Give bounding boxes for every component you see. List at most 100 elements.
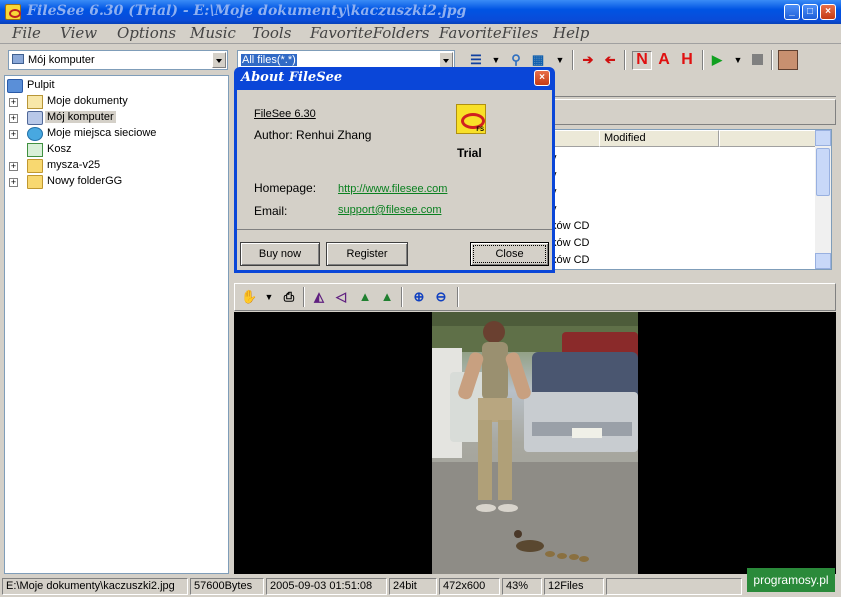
minimize-button[interactable]: _ (784, 4, 800, 20)
chevron-down-icon[interactable]: ▼ (488, 52, 504, 68)
chevron-down-icon[interactable]: ▼ (730, 52, 746, 68)
menu-music[interactable]: Music (190, 24, 236, 42)
preview-toolbar: ✋ ▼ ⎙ ◭ ◁ ▲ ▲ ⊕ ⊖ (234, 283, 836, 311)
menu-help[interactable]: Help (553, 24, 589, 42)
tree-item-label: Pulpit (27, 79, 55, 91)
status-bar: E:\Moje dokumenty\kaczuszki2.jpg 57600By… (0, 576, 841, 597)
maximize-button[interactable]: □ (802, 4, 818, 20)
desktop-icon (7, 79, 23, 93)
menu-file[interactable]: File (12, 24, 41, 42)
tree-item-documents[interactable]: + Moje dokumenty (9, 94, 209, 110)
homepage-label: Homepage: (254, 181, 317, 195)
version-label: FileSee 6.30 (254, 108, 316, 120)
zoom-in-icon[interactable]: ⊕ (411, 289, 427, 305)
expand-icon[interactable]: + (9, 98, 18, 107)
rotate-left-icon[interactable]: ▲ (357, 289, 373, 305)
vertical-scrollbar[interactable] (815, 130, 831, 269)
tree-item-network[interactable]: + Moje miejsca sieciowe (9, 126, 209, 142)
user-photo-icon[interactable] (778, 50, 798, 70)
homepage-link[interactable]: http://www.filesee.com (338, 183, 447, 195)
location-text: Mój komputer (28, 54, 95, 66)
list-item[interactable]: ków CD (551, 235, 590, 252)
status-size: 57600Bytes (190, 578, 264, 595)
status-date: 2005-09-03 01:51:08 (266, 578, 387, 595)
tree-item-computer[interactable]: + Mój komputer (9, 110, 209, 126)
about-dialog: About FileSee × FileSee 6.30 Author: Ren… (234, 67, 555, 273)
column-header-modified[interactable]: Modified (599, 130, 719, 147)
hand-icon[interactable]: ✋ (241, 289, 257, 305)
expand-icon[interactable]: + (9, 114, 18, 123)
tree-item-label: mysza-v25 (47, 159, 101, 171)
menu-bar: File View Options Music Tools FavoriteFo… (0, 24, 841, 44)
expand-icon[interactable]: + (9, 178, 18, 187)
chevron-down-icon[interactable]: ▼ (261, 289, 277, 305)
expand-icon[interactable]: + (9, 162, 18, 171)
close-button[interactable]: Close (470, 242, 549, 266)
normal-mode-button[interactable]: N (632, 51, 652, 70)
computer-icon (27, 111, 43, 125)
status-bit-depth: 24bit (389, 578, 437, 595)
printer-icon[interactable]: ⎙ (281, 289, 297, 305)
expand-icon[interactable]: + (9, 130, 18, 139)
flip-vertical-icon[interactable]: ◁ (333, 289, 349, 305)
scroll-up-button[interactable] (815, 130, 831, 146)
scroll-down-button[interactable] (815, 253, 831, 269)
tree-item-recycle-bin[interactable]: Kosz (9, 142, 209, 158)
scroll-thumb[interactable] (816, 148, 830, 196)
menu-view[interactable]: View (60, 24, 97, 42)
dialog-title: About FileSee (241, 70, 343, 85)
toolbar-separator (702, 50, 704, 70)
register-button[interactable]: Register (326, 242, 408, 266)
zoom-out-icon[interactable]: ⊖ (433, 289, 449, 305)
toolbar-separator (457, 287, 459, 307)
arrow-right-icon[interactable]: ➔ (580, 52, 596, 68)
preview-photo (432, 312, 638, 574)
h-mode-button[interactable]: H (679, 52, 695, 68)
chevron-down-icon[interactable]: ▼ (552, 52, 568, 68)
menu-favorite-files[interactable]: FavoriteFiles (439, 24, 538, 42)
close-window-button[interactable]: × (820, 4, 836, 20)
status-file-count: 12Files (544, 578, 604, 595)
tree-item-folder[interactable]: + Nowy folderGG (9, 174, 209, 190)
tree-item-folder[interactable]: + mysza-v25 (9, 158, 209, 174)
tree-item-root[interactable]: Pulpit (7, 78, 207, 94)
chevron-down-icon[interactable] (439, 52, 453, 68)
toolbar-separator (303, 287, 305, 307)
thumbnail-grid-icon[interactable]: ▦ (530, 52, 546, 68)
column-header-blank[interactable] (719, 130, 819, 147)
play-icon[interactable]: ▶ (709, 52, 725, 68)
folder-icon (27, 175, 43, 189)
stop-icon[interactable] (749, 52, 765, 68)
menu-tools[interactable]: Tools (252, 24, 291, 42)
buy-now-button[interactable]: Buy now (240, 242, 320, 266)
trial-label: Trial (457, 146, 482, 160)
filesee-logo-icon (456, 104, 486, 134)
arrow-left-icon[interactable]: ➔ (602, 52, 618, 68)
folder-tree[interactable]: Pulpit + Moje dokumenty + Mój komputer +… (4, 75, 229, 574)
a-mode-button[interactable]: A (656, 52, 672, 68)
title-bar: FileSee 6.30 (Trial) - E:\Moje dokumenty… (0, 0, 841, 24)
list-item[interactable]: ków CD (551, 218, 590, 235)
status-zoom: 43% (502, 578, 542, 595)
tree-item-label: Nowy folderGG (47, 175, 123, 187)
tree-item-label: Mój komputer (45, 111, 116, 123)
search-icon[interactable]: ⚲ (508, 52, 524, 68)
flip-horizontal-icon[interactable]: ◭ (311, 289, 327, 305)
view-list-icon[interactable]: ☰ (468, 52, 484, 68)
chevron-down-icon[interactable] (212, 52, 226, 68)
email-link[interactable]: support@filesee.com (338, 204, 442, 216)
computer-icon (12, 54, 24, 64)
location-combo[interactable]: Mój komputer (8, 50, 228, 70)
list-item[interactable]: ków CD (551, 252, 590, 269)
menu-favorite-folders[interactable]: FavoriteFolders (310, 24, 429, 42)
window-title: FileSee 6.30 (Trial) - E:\Moje dokumenty… (27, 3, 467, 19)
filter-value: All files(*.*) (241, 54, 297, 66)
documents-icon (27, 95, 43, 109)
image-preview[interactable] (234, 312, 836, 574)
toolbar-separator (401, 287, 403, 307)
dialog-close-icon[interactable]: × (534, 70, 550, 86)
menu-options[interactable]: Options (117, 24, 176, 42)
rotate-right-icon[interactable]: ▲ (379, 289, 395, 305)
app-icon[interactable] (5, 4, 21, 20)
tree-item-label: Kosz (47, 143, 72, 155)
